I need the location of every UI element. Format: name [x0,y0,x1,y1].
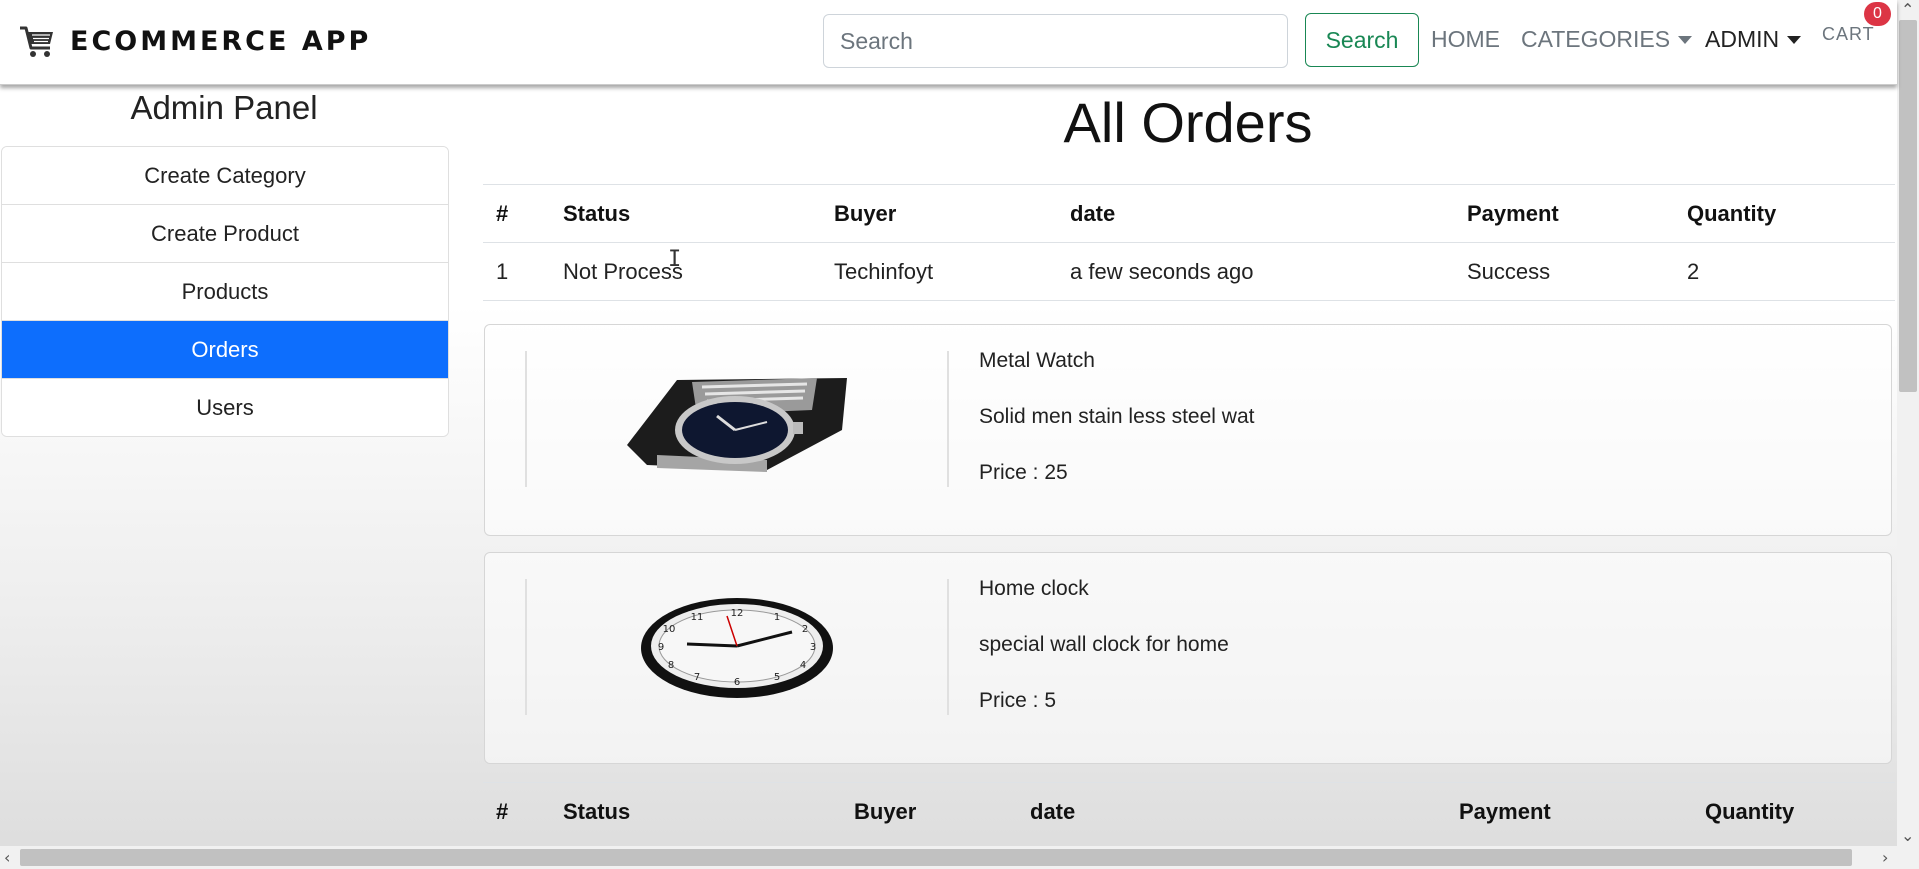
scroll-down-arrow-icon[interactable]: ⌄ [1901,826,1914,845]
product-card: Metal Watch Solid men stain less steel w… [484,324,1892,536]
wrist-watch-image [627,378,847,472]
product-price: Price : 25 [979,461,1068,484]
scroll-up-arrow-icon[interactable]: ⌃ [1901,0,1914,19]
vertical-scrollbar-thumb[interactable] [1899,20,1917,392]
table-header-row: # Status Buyer date Payment Quantity [483,184,1895,243]
product-description: Solid men stain less steel wat [979,405,1255,428]
scroll-left-arrow-icon[interactable]: ‹ [4,848,10,867]
brand-name: ECOMMERCE APP [70,25,372,57]
menu-item-orders[interactable]: Orders [2,321,448,379]
nav-admin-dropdown[interactable]: ADMIN [1705,26,1802,53]
brand[interactable]: ECOMMERCE APP [18,22,371,60]
table-header-row: # Status Buyer date Payment Quantity [483,782,1895,840]
column-header-quantity: Quantity [1692,782,1895,840]
menu-item-create-product[interactable]: Create Product [2,205,448,263]
admin-panel-title: Admin Panel [130,89,318,126]
search-input[interactable] [823,14,1288,68]
svg-text:11: 11 [691,612,704,623]
order-quantity: 2 [1674,242,1895,301]
cart-count-badge: 0 [1864,2,1891,26]
column-header-date: date [1017,782,1446,840]
svg-text:9: 9 [658,642,664,653]
column-header-status: Status [550,782,841,840]
order-date: a few seconds ago [1057,242,1454,301]
column-header-index: # [483,184,550,243]
column-header-quantity: Quantity [1674,184,1895,243]
product-info: Home clock special wall clock for home P… [979,577,1229,745]
svg-text:3: 3 [810,642,816,653]
nav-categories-label: CATEGORIES [1521,26,1671,52]
column-header-index: # [483,782,550,840]
column-header-status: Status [550,184,821,243]
product-image-frame [525,351,949,487]
menu-item-create-category[interactable]: Create Category [2,147,448,205]
order-payment: Success [1454,242,1674,301]
svg-text:1: 1 [774,612,780,623]
menu-item-users[interactable]: Users [2,379,448,436]
order-table: # Status Buyer date Payment Quantity 1 N… [483,184,1895,301]
product-card: 12 1 2 345 678 9 10 11 Home clock special wa… [484,552,1892,764]
svg-text:8: 8 [668,660,674,671]
column-header-payment: Payment [1454,184,1674,243]
product-name: Home clock [979,577,1089,600]
chevron-down-icon [1787,35,1802,44]
svg-text:2: 2 [802,624,808,635]
svg-text:6: 6 [734,677,740,688]
scroll-right-arrow-icon[interactable]: › [1882,848,1888,867]
column-header-buyer: Buyer [821,184,1057,243]
product-info: Metal Watch Solid men stain less steel w… [979,349,1254,517]
order-status: Not Process [550,242,821,301]
wall-clock-image: 12 12 345 678 91011 [641,598,833,698]
admin-menu: Create Category Create Product Products … [1,146,449,437]
chevron-down-icon [1678,35,1693,44]
order-table: # Status Buyer date Payment Quantity [483,782,1895,846]
svg-text:7: 7 [694,672,700,683]
product-image-frame: 12 1 2 345 678 9 10 11 [525,579,949,715]
column-header-date: date [1057,184,1454,243]
column-header-payment: Payment [1446,782,1692,840]
horizontal-scrollbar-thumb[interactable] [20,849,1852,866]
page-title: All Orders [1063,91,1313,154]
product-price: Price : 5 [979,689,1057,712]
nav-home-link[interactable]: HOME [1431,26,1500,53]
nav-admin-label: ADMIN [1705,26,1780,52]
product-name: Metal Watch [979,349,1095,372]
nav-cart-link[interactable]: CART [1822,24,1875,45]
shopping-cart-icon [20,26,53,57]
svg-text:4: 4 [800,660,806,671]
text-cursor-icon: I [668,247,682,272]
menu-item-products[interactable]: Products [2,263,448,321]
order-index: 1 [483,242,550,301]
search-button[interactable]: Search [1305,13,1419,67]
navbar: ECOMMERCE APP Search HOME CATEGORIES ADM… [0,0,1897,85]
table-row: 1 Not Process Techinfoyt a few seconds a… [483,242,1895,301]
svg-text:5: 5 [774,672,780,683]
nav-home-label: HOME [1431,26,1500,52]
product-description: special wall clock for home [979,633,1229,656]
svg-text:12: 12 [731,608,744,619]
column-header-buyer: Buyer [841,782,1017,840]
svg-text:10: 10 [663,624,676,635]
nav-categories-dropdown[interactable]: CATEGORIES [1521,26,1693,53]
order-buyer: Techinfoyt [821,242,1057,301]
